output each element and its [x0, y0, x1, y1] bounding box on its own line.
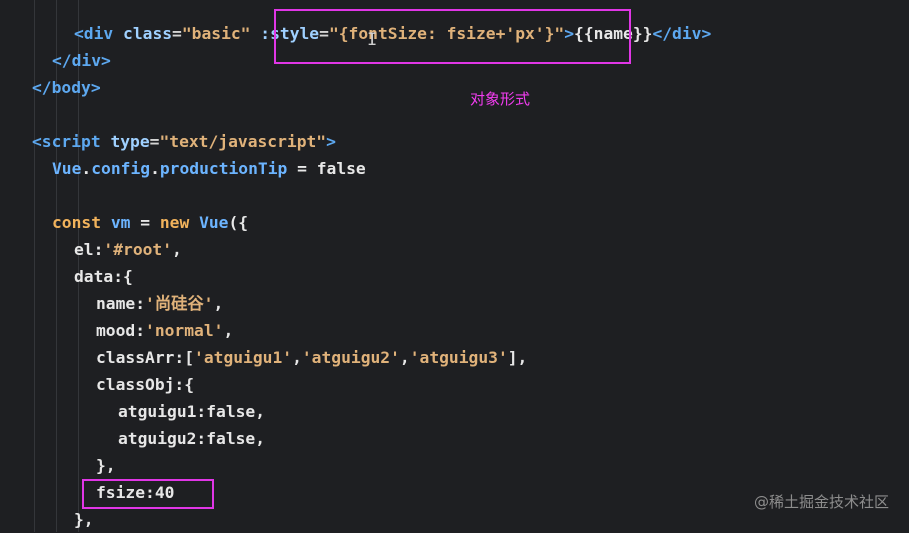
code-line-close-classobj: },	[96, 456, 116, 475]
code-editor[interactable]: <div class="basic" :style="{fontSize: fs…	[0, 0, 909, 532]
style-highlight-box	[274, 9, 631, 64]
code-line-close-body: </body>	[32, 78, 101, 97]
code-line-classarr: classArr:['atguigu1','atguigu2','atguigu…	[96, 348, 528, 367]
code-line-atguigu2: atguigu2:false,	[118, 429, 266, 448]
code-line-el: el:'#root',	[74, 240, 182, 259]
code-line-script: <script type="text/javascript">	[32, 132, 336, 151]
code-line-classobj: classObj:{	[96, 375, 195, 394]
annotation-label: 对象形式	[470, 90, 531, 108]
code-line-atguigu1: atguigu1:false,	[118, 402, 266, 421]
code-line-mood: mood:'normal',	[96, 321, 234, 340]
code-line-name: name:'尚硅谷',	[96, 294, 224, 313]
code-line-vue-config: Vue.config.productionTip = false	[52, 159, 366, 178]
watermark: @稀土掘金技术社区	[753, 493, 889, 511]
code-line-close-data: },	[74, 510, 94, 529]
code-line-close-div: </div>	[52, 51, 111, 70]
fsize-highlight-box	[82, 479, 214, 509]
code-line-const-vm: const vm = new Vue({	[52, 213, 249, 232]
code-line-data: data:{	[74, 267, 133, 286]
